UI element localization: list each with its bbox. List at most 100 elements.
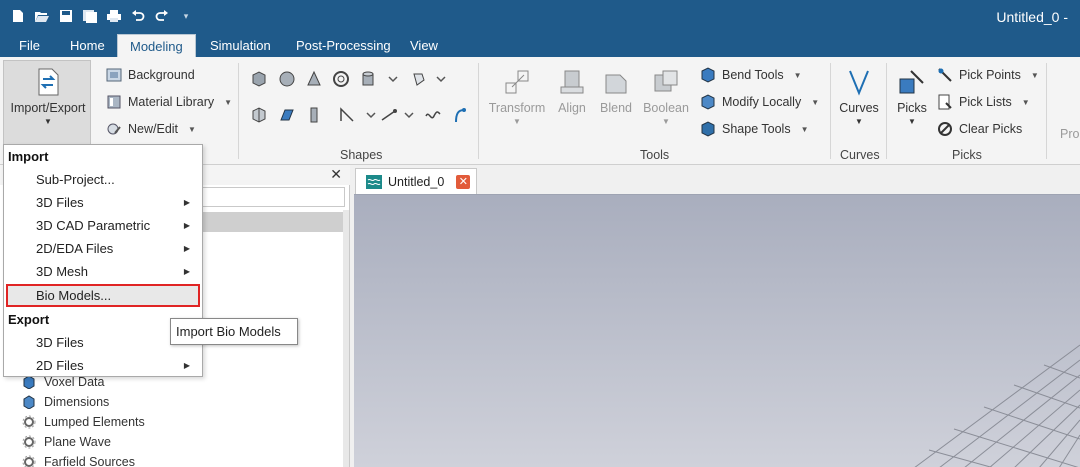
rotate-icon[interactable]	[278, 106, 296, 124]
window-title: Untitled_0 -	[996, 9, 1068, 25]
background-button[interactable]: Background	[106, 67, 195, 83]
document-tab-label: Untitled_0	[388, 174, 445, 189]
chevron-down-icon[interactable]	[362, 106, 380, 124]
menu-item-label: Sub-Project...	[36, 172, 115, 187]
clear-picks-icon	[938, 122, 952, 136]
chevron-down-icon: ▼	[793, 70, 802, 80]
undo-icon[interactable]	[130, 8, 146, 24]
print-icon[interactable]	[106, 8, 122, 24]
menu-item-bio-models[interactable]: Bio Models...	[6, 284, 200, 307]
picks-button[interactable]: Picks ▼	[892, 67, 932, 126]
chevron-down-icon[interactable]	[384, 70, 402, 88]
chevron-down-icon: ▼	[800, 124, 809, 134]
shape-tools-button[interactable]: Shape Tools ▼	[700, 121, 809, 137]
close-icon[interactable]: ✕	[456, 174, 471, 189]
group-separator	[886, 63, 887, 159]
line-tool-icon[interactable]	[380, 106, 398, 124]
voxel-data-icon	[23, 375, 35, 389]
background-label: Background	[128, 68, 195, 82]
menu-item-label: 3D Files	[36, 335, 84, 350]
tab-view[interactable]: View	[398, 34, 450, 57]
tab-home[interactable]: Home	[58, 34, 117, 57]
align-button[interactable]: Align	[551, 67, 593, 115]
shapes-group-label: Shapes	[340, 148, 383, 162]
tree-search-input[interactable]	[200, 187, 345, 207]
pick-points-button[interactable]: Pick Points ▼	[937, 67, 1039, 83]
pick-lists-button[interactable]: Pick Lists ▼	[937, 94, 1030, 110]
chevron-down-icon[interactable]	[432, 70, 450, 88]
curves-button[interactable]: Curves ▼	[836, 67, 882, 126]
tree-item-plane-wave[interactable]: Plane Wave	[22, 435, 111, 449]
menu-item-3d-files[interactable]: 3D Files ▶	[6, 191, 200, 214]
menu-item-3d-cad-parametric[interactable]: 3D CAD Parametric ▶	[6, 214, 200, 237]
tree-scrollbar[interactable]	[343, 210, 349, 467]
chevron-down-icon[interactable]	[400, 106, 418, 124]
cone-icon[interactable]	[305, 70, 323, 88]
material-library-button[interactable]: Material Library ▼	[106, 94, 232, 110]
import-export-icon	[38, 68, 59, 96]
pro-partial-button[interactable]: Pro	[1060, 127, 1079, 141]
tree-item-label: Farfield Sources	[44, 455, 136, 467]
pick-shape-icon[interactable]	[410, 70, 428, 88]
menu-item-label: 3D CAD Parametric	[36, 218, 151, 233]
group-separator	[830, 63, 831, 159]
save-icon[interactable]	[58, 8, 74, 24]
menu-item-3d-mesh[interactable]: 3D Mesh ▶	[6, 260, 200, 283]
tree-item-lumped-elements[interactable]: Lumped Elements	[22, 415, 145, 429]
transform-button[interactable]: Transform ▼	[486, 67, 548, 126]
new-edit-button[interactable]: New/Edit ▼	[106, 121, 196, 137]
chevron-down-icon: ▼	[224, 97, 233, 107]
tab-file[interactable]: File	[7, 34, 52, 57]
spline-icon[interactable]	[424, 106, 442, 124]
blend-button[interactable]: Blend	[596, 67, 636, 115]
extrude-icon[interactable]	[250, 106, 268, 124]
customize-icon[interactable]: ▾	[178, 8, 194, 24]
pick-points-label: Pick Points	[959, 68, 1021, 82]
brick-icon[interactable]	[250, 70, 268, 88]
close-icon[interactable]: ✕	[330, 166, 342, 183]
cylinder-icon[interactable]	[359, 70, 377, 88]
boolean-button[interactable]: Boolean ▼	[640, 67, 692, 126]
pick-points-icon	[938, 68, 952, 82]
redo-icon[interactable]	[154, 8, 170, 24]
clear-picks-button[interactable]: Clear Picks	[937, 121, 1022, 137]
trace-icon[interactable]	[452, 106, 470, 124]
group-separator	[1046, 63, 1047, 159]
menu-item-export-2d-files[interactable]: 2D Files ▶	[6, 354, 200, 377]
menu-item-2d-eda-files[interactable]: 2D/EDA Files ▶	[6, 237, 200, 260]
tab-post-processing[interactable]: Post-Processing	[284, 34, 403, 57]
menu-item-sub-project[interactable]: Sub-Project...	[6, 168, 200, 191]
tree-selected-row[interactable]	[200, 212, 344, 232]
curve-tool-icon[interactable]	[338, 106, 356, 124]
tree-item-dimensions[interactable]: Dimensions	[22, 395, 109, 409]
blend-label: Blend	[600, 101, 632, 115]
tab-modeling[interactable]: Modeling	[117, 34, 196, 57]
tree-item-voxel-data[interactable]: Voxel Data	[22, 375, 104, 389]
loft-icon[interactable]	[305, 106, 323, 124]
transform-icon	[505, 70, 529, 94]
modify-locally-button[interactable]: Modify Locally ▼	[700, 94, 819, 110]
chevron-right-icon: ▶	[183, 244, 190, 253]
pick-lists-label: Pick Lists	[959, 95, 1012, 109]
save-all-icon[interactable]	[82, 8, 98, 24]
modify-locally-icon	[701, 94, 715, 110]
tree-item-label: Voxel Data	[44, 375, 105, 389]
tab-simulation[interactable]: Simulation	[198, 34, 283, 57]
menu-tabs: File Home Modeling Simulation Post-Proce…	[0, 34, 1080, 57]
chevron-down-icon: ▼	[1021, 97, 1030, 107]
menu-item-label: 3D Mesh	[36, 264, 89, 279]
chevron-right-icon: ▶	[183, 221, 190, 230]
menu-item-label: Bio Models...	[36, 288, 112, 303]
tree-item-farfield-sources[interactable]: Farfield Sources	[22, 455, 135, 467]
quick-access-toolbar: ▾	[10, 7, 194, 25]
open-icon[interactable]	[34, 8, 50, 24]
chevron-down-icon: ▼	[44, 117, 52, 126]
torus-icon[interactable]	[332, 70, 350, 88]
new-icon[interactable]	[10, 8, 26, 24]
bend-tools-button[interactable]: Bend Tools ▼	[700, 67, 802, 83]
group-separator	[238, 63, 239, 159]
3d-viewport[interactable]	[354, 194, 1080, 467]
sphere-icon[interactable]	[278, 70, 296, 88]
transform-label: Transform	[488, 101, 546, 115]
document-tab[interactable]: Untitled_0 ✕	[355, 168, 477, 194]
